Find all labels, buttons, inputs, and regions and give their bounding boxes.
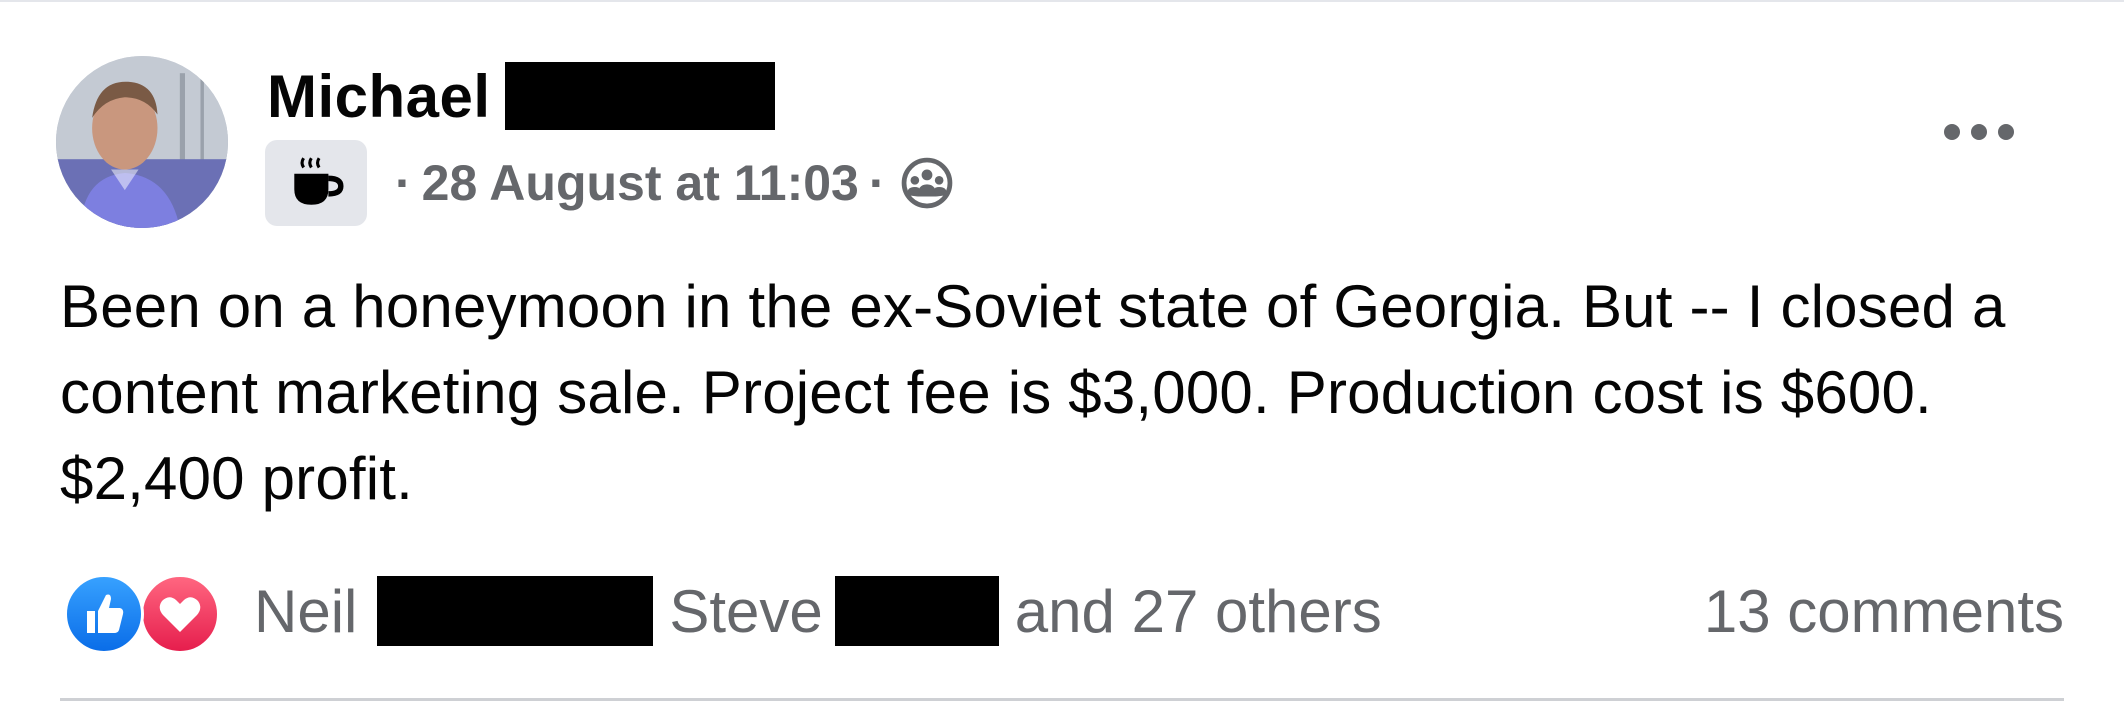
author-line: Michael (267, 60, 775, 132)
reactions-summary[interactable]: Neil Steve and 27 others (64, 572, 1382, 654)
avatar-photo (56, 56, 228, 228)
post-card: Michael · 28 August at 11:03 · Been on a… (0, 0, 2124, 701)
comments-count-link[interactable]: 13 comments (1704, 572, 2064, 650)
like-icon (64, 574, 144, 654)
group-members-icon[interactable] (900, 156, 954, 210)
post-meta: · 28 August at 11:03 · (265, 140, 954, 226)
coffee-cup-icon[interactable] (265, 140, 367, 226)
love-icon (140, 574, 220, 654)
author-avatar[interactable] (56, 56, 228, 228)
more-options-icon (1944, 124, 2014, 140)
reaction-icons (64, 572, 224, 654)
redacted-surname (377, 576, 654, 646)
meta-separator: · (868, 155, 886, 211)
reactor-name[interactable]: Steve (669, 577, 822, 646)
post-timestamp[interactable]: 28 August at 11:03 (422, 154, 859, 212)
author-name[interactable]: Michael (267, 62, 491, 131)
reactors-others[interactable]: and 27 others (1015, 577, 1382, 646)
redacted-surname (834, 576, 999, 646)
redacted-surname (504, 62, 775, 130)
post-message: Been on a honeymoon in the ex-Soviet sta… (60, 273, 2006, 512)
meta-separator: · (395, 155, 412, 211)
more-options-button[interactable] (1934, 112, 2024, 152)
reactor-name[interactable]: Neil (254, 577, 357, 646)
